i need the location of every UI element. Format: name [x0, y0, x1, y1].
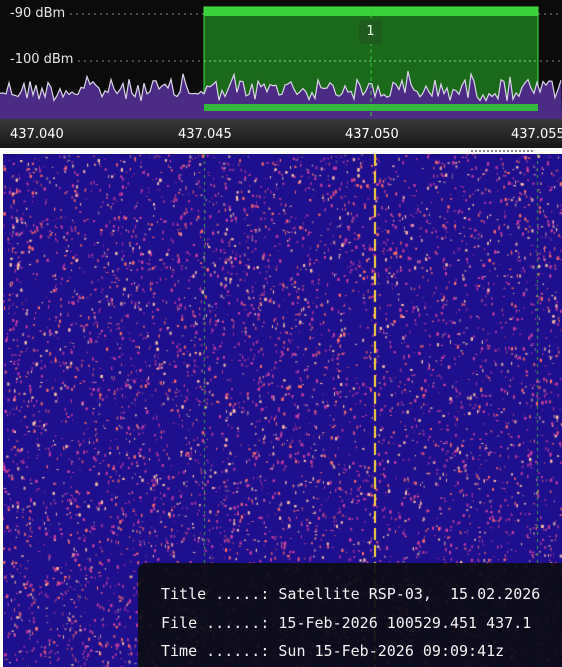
freq-label: 437.045 [178, 127, 232, 142]
frequency-axis[interactable]: 437.040 437.045 437.050 437.055 [0, 119, 562, 148]
spectrum-plot[interactable] [0, 0, 562, 119]
splitter-grip[interactable] [471, 150, 533, 152]
freq-label: 437.055 [511, 127, 562, 142]
db-label-second: -100 dBm [10, 52, 74, 67]
marker-badge[interactable]: 1 [359, 20, 382, 44]
info-time-line: Time ......: Sun 15-Feb-2026 09:09:41z [161, 642, 505, 660]
recording-info-panel: Title .....: Satellite RSP-03, 15.02.202… [138, 563, 562, 667]
info-title-line: Title .....: Satellite RSP-03, 15.02.202… [161, 585, 541, 603]
db-label-top: -90 dBm [10, 6, 66, 21]
freq-label: 437.050 [345, 127, 399, 142]
info-file-line: File ......: 15-Feb-2026 100529.451 437.… [161, 614, 532, 632]
freq-label: 437.040 [10, 127, 64, 142]
spectrum-display[interactable]: -90 dBm -100 dBm 1 [0, 0, 562, 119]
